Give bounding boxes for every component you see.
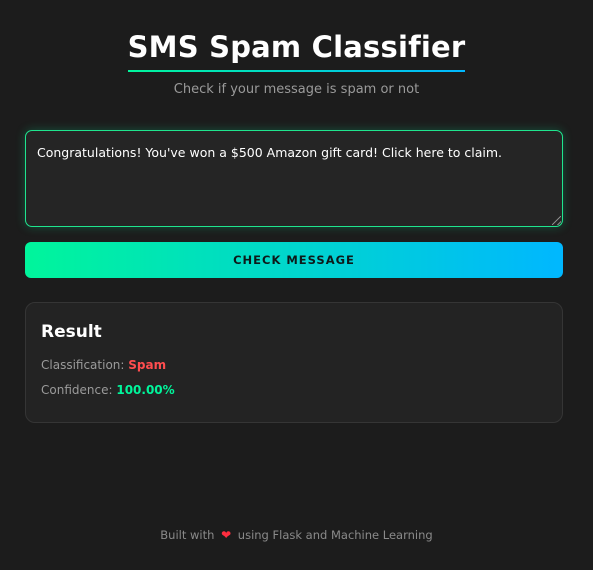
check-message-button[interactable]: CHECK MESSAGE [25, 242, 563, 278]
page-title: SMS Spam Classifier [127, 30, 466, 72]
confidence-label: Confidence: [41, 383, 113, 397]
page-subtitle: Check if your message is spam or not [173, 82, 420, 97]
footer: Built with ❤ using Flask and Machine Lea… [0, 528, 593, 542]
header: SMS Spam Classifier [0, 30, 593, 72]
classification-label: Classification: [41, 358, 125, 372]
heart-icon: ❤ [221, 528, 232, 542]
classification-row: Classification: Spam [41, 358, 166, 372]
message-input[interactable]: Congratulations! You've won a $500 Amazo… [25, 130, 563, 227]
footer-suffix: using Flask and Machine Learning [237, 528, 433, 542]
confidence-row: Confidence: 100.00% [41, 383, 175, 397]
page: SMS Spam Classifier Check if your messag… [0, 0, 593, 570]
footer-prefix: Built with [160, 528, 215, 542]
result-heading: Result [41, 322, 102, 342]
resize-grip-icon[interactable] [552, 216, 561, 225]
result-card: Result Classification: Spam Confidence: … [25, 302, 563, 423]
classification-value: Spam [128, 358, 167, 372]
confidence-value: 100.00% [116, 383, 175, 397]
